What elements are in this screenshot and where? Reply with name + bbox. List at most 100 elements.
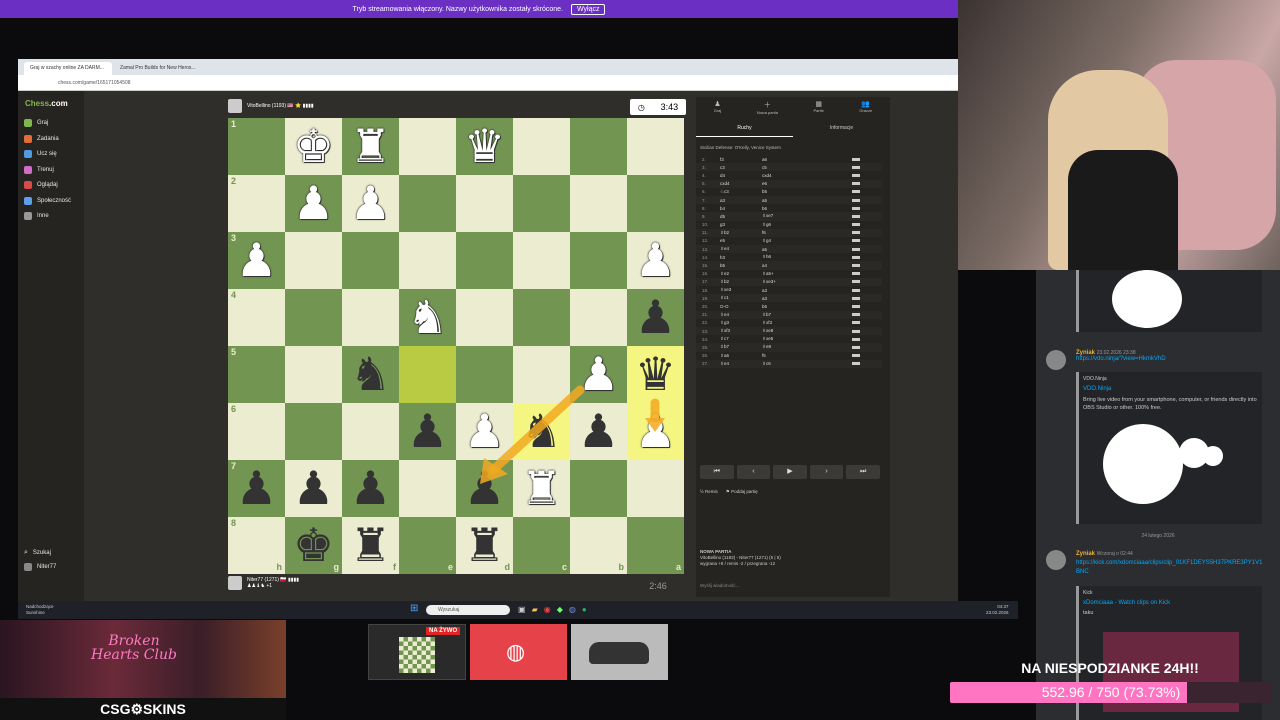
black-piece[interactable]: ♛	[635, 348, 676, 400]
move[interactable]: ♗xf3	[762, 320, 822, 326]
system-clock[interactable]: 04:37 23.02.2026	[986, 604, 1009, 616]
move[interactable]: ♗h6	[762, 254, 822, 260]
black-piece[interactable]: ♜	[350, 519, 391, 571]
taskbar-search[interactable]: Wyszukaj	[426, 605, 510, 615]
move[interactable]: a3	[762, 288, 822, 293]
move[interactable]: h3	[720, 255, 762, 260]
move[interactable]: b5	[720, 263, 762, 268]
white-piece[interactable]: ♟	[236, 234, 277, 286]
move[interactable]: ♗e8	[762, 344, 822, 350]
white-piece[interactable]: ♞	[407, 291, 448, 343]
white-piece[interactable]: ♟	[635, 405, 676, 457]
address-bar[interactable]: chess.com/game/165171054508	[18, 75, 958, 91]
move[interactable]: c5	[762, 165, 822, 170]
sidebar-item-graj[interactable]: Graj	[24, 119, 48, 127]
board-square[interactable]: ♟	[285, 460, 342, 517]
black-piece[interactable]: ♟	[350, 462, 391, 514]
white-piece[interactable]: ♟	[350, 177, 391, 229]
move[interactable]: ♗g4	[762, 238, 822, 244]
tab-moves[interactable]: Ruchy	[696, 125, 793, 137]
move[interactable]: a3	[762, 296, 822, 301]
windows-start-icon[interactable]: ⊞	[410, 604, 418, 614]
move[interactable]: ♗c7	[720, 336, 762, 342]
board-square[interactable]	[342, 403, 399, 460]
move[interactable]: ♘c3	[720, 189, 762, 195]
black-piece[interactable]: ♟	[578, 405, 619, 457]
board-square[interactable]: 1	[228, 118, 285, 175]
board-square[interactable]: ♟	[285, 175, 342, 232]
board-square[interactable]	[513, 118, 570, 175]
disable-stream-mode-button[interactable]: Wyłącz	[570, 3, 606, 15]
panel-tab-1[interactable]: ＋ Nowa partia	[757, 100, 778, 123]
board-square[interactable]	[456, 232, 513, 289]
board-square[interactable]: 4	[228, 289, 285, 346]
move[interactable]: ♗b2	[720, 230, 762, 236]
move[interactable]: ♗c6	[762, 361, 822, 367]
sidebar-item-oglądaj[interactable]: Oglądaj	[24, 181, 58, 189]
discord-taskbar-icon[interactable]: ◍	[569, 605, 576, 615]
move[interactable]: O-O	[720, 304, 762, 309]
board-square[interactable]: ♟	[456, 403, 513, 460]
move[interactable]: ♗e2	[720, 271, 762, 277]
spotify-icon[interactable]: ●	[582, 605, 587, 615]
sidebar-item-społeczność[interactable]: Społeczność	[24, 196, 71, 205]
board-square[interactable]	[399, 175, 456, 232]
board-square[interactable]	[285, 403, 342, 460]
white-piece[interactable]: ♟	[635, 234, 676, 286]
move[interactable]: a3	[720, 198, 762, 203]
board-square[interactable]: e	[399, 517, 456, 574]
move[interactable]: ♗g6	[762, 222, 822, 228]
black-piece[interactable]: ♟	[236, 462, 277, 514]
board-square[interactable]: 8h	[228, 517, 285, 574]
sidebar-item-zadania[interactable]: Zadania	[24, 134, 59, 143]
move[interactable]: f3	[720, 157, 762, 162]
move[interactable]: b5	[762, 189, 822, 194]
board-square[interactable]	[456, 346, 513, 403]
board-square[interactable]: c	[513, 517, 570, 574]
board-square[interactable]	[570, 232, 627, 289]
board-square[interactable]	[513, 232, 570, 289]
move[interactable]: ♗xe3+	[762, 279, 822, 285]
board-square[interactable]	[627, 175, 684, 232]
board-square[interactable]: ♛	[627, 346, 684, 403]
board-square[interactable]: ♞	[513, 403, 570, 460]
sidebar-item-inne[interactable]: Inne	[24, 212, 49, 220]
black-piece[interactable]: ♚	[293, 519, 334, 571]
board-square[interactable]: ♜	[342, 118, 399, 175]
board-square[interactable]: ♟	[627, 232, 684, 289]
black-piece[interactable]: ♟	[464, 462, 505, 514]
tab-info[interactable]: Informacje	[793, 125, 890, 137]
board-square[interactable]	[456, 175, 513, 232]
chrome-icon[interactable]: ◉	[544, 605, 551, 615]
board-square[interactable]: a	[627, 517, 684, 574]
move[interactable]: b6	[762, 206, 822, 211]
board-square[interactable]: ♜	[513, 460, 570, 517]
black-piece[interactable]: ♟	[635, 291, 676, 343]
move[interactable]: ♗xe5	[762, 336, 822, 342]
board-square[interactable]: ♞	[342, 346, 399, 403]
chess-board[interactable]: 1 ♚ ♜ ♛ 2 ♟ ♟ 3 ♟ ♟ 4 ♞ ♟ 5 ♞ ♟ ♛ 6 ♟ ♟ ♞ ♟ ♟ 7 ♟ ♟ ♟ ♟ ♜ 8 h g ♚ f ♜ e d ♜ c b…	[228, 118, 684, 574]
board-square[interactable]: ♟	[342, 175, 399, 232]
white-piece[interactable]: ♟	[578, 348, 619, 400]
last-move-button[interactable]: ⏭	[846, 465, 880, 479]
board-square[interactable]: d ♜	[456, 517, 513, 574]
black-piece[interactable]: ♟	[407, 405, 448, 457]
white-piece[interactable]: ♟	[464, 405, 505, 457]
panel-tab-3[interactable]: 👥 Gracze	[859, 100, 872, 123]
board-square[interactable]: b	[570, 517, 627, 574]
embed-title[interactable]: xDomciaaa - Watch clips on Kick	[1083, 600, 1258, 606]
browser-tab-other[interactable]: Zamal Pro Builds for New Heros...	[114, 62, 202, 75]
board-square[interactable]	[342, 232, 399, 289]
chesscom-logo[interactable]: Chess.com	[25, 99, 68, 108]
board-square[interactable]: ♟	[570, 403, 627, 460]
move[interactable]: d5	[720, 214, 762, 219]
board-square[interactable]	[399, 118, 456, 175]
board-square[interactable]	[513, 346, 570, 403]
move[interactable]: ♗b7	[720, 344, 762, 350]
black-piece[interactable]: ♞	[350, 348, 391, 400]
sidebar-item-ucz-się[interactable]: Ucz się	[24, 150, 57, 158]
white-piece[interactable]: ♛	[464, 120, 505, 172]
white-piece[interactable]: ♜	[350, 120, 391, 172]
move[interactable]: a6	[762, 157, 822, 162]
sidebar-item-trenuj[interactable]: Trenuj	[24, 165, 54, 174]
